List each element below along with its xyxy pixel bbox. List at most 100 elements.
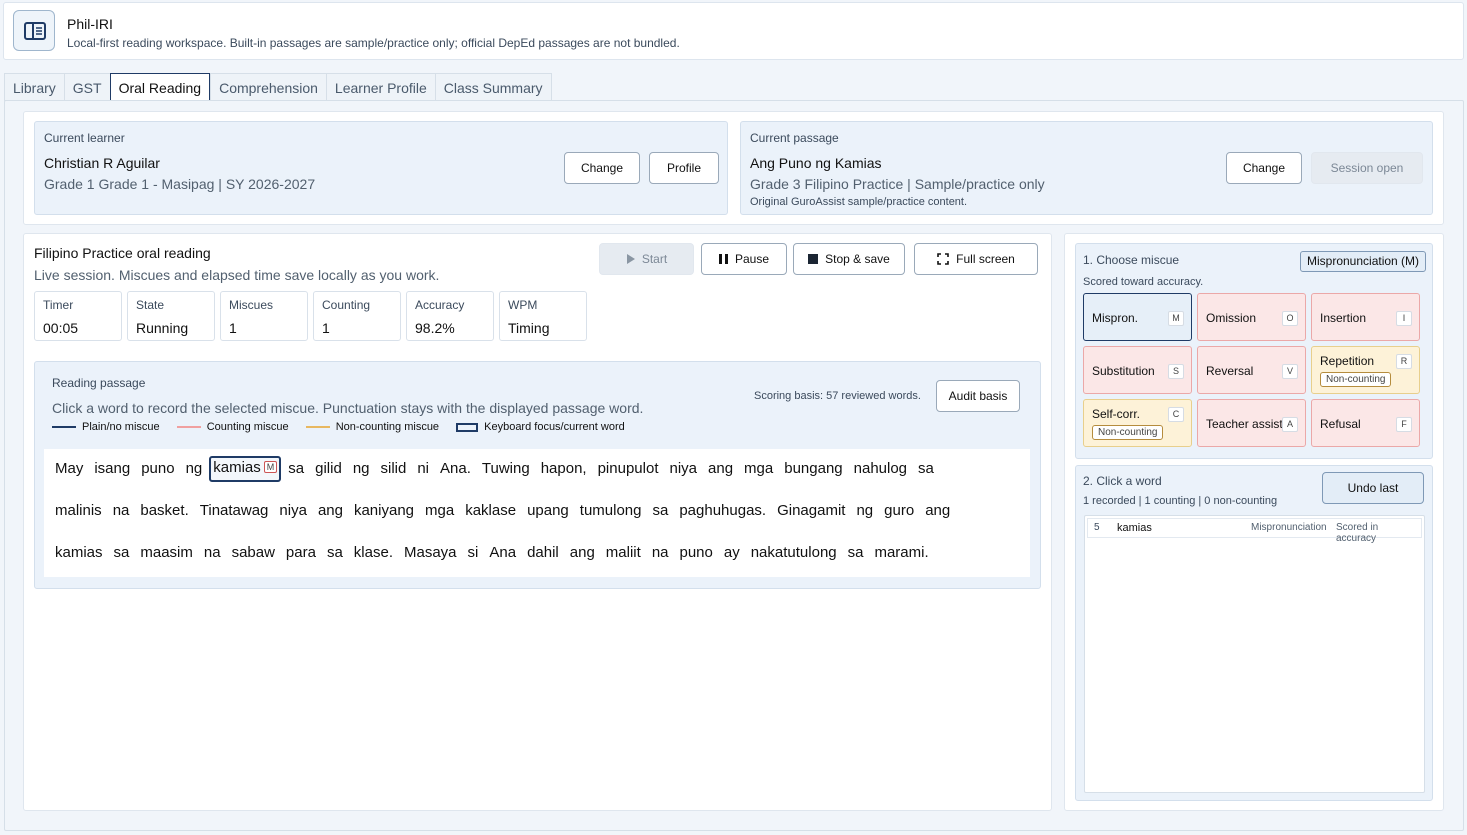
passage-word[interactable]: sabaw xyxy=(232,544,275,561)
passage-word[interactable]: ang xyxy=(570,544,595,561)
passage-word[interactable]: Tinatawag xyxy=(200,502,269,519)
tab-gst[interactable]: GST xyxy=(63,73,110,101)
passage-word[interactable]: ng xyxy=(856,502,873,519)
pause-button[interactable]: Pause xyxy=(701,243,787,275)
passage-word[interactable]: kamias xyxy=(55,544,103,561)
passage-word[interactable]: niya xyxy=(279,502,307,519)
passage-word[interactable]: puno xyxy=(680,544,713,561)
session-open-button[interactable]: Session open xyxy=(1311,152,1423,184)
reading-heading: Reading passage xyxy=(52,376,146,390)
passage-word[interactable]: sa xyxy=(848,544,864,561)
passage-word[interactable]: marami. xyxy=(874,544,928,561)
choose-miscue-heading: 1. Choose miscue xyxy=(1083,253,1180,267)
passage-word[interactable]: Masaya xyxy=(404,544,457,561)
pause-icon xyxy=(718,254,728,264)
list-item[interactable]: 5 kamias Mispronunciation Scored in accu… xyxy=(1087,518,1422,544)
scored-note: Scored toward accuracy. xyxy=(1083,276,1204,288)
passage-word[interactable]: paghuhugas. xyxy=(679,502,766,519)
passage-word[interactable]: gilid xyxy=(315,460,342,486)
miscue-mispronunciation[interactable]: Mispron. M xyxy=(1083,293,1192,341)
tab-library[interactable]: Library xyxy=(4,73,64,101)
stop-save-button[interactable]: Stop & save xyxy=(793,243,905,275)
passage-word[interactable]: ng xyxy=(353,460,370,486)
passage-word[interactable]: hapon, xyxy=(541,460,587,486)
passage-word[interactable]: sa xyxy=(288,460,304,486)
legend-plain: Plain/no miscue xyxy=(52,421,160,433)
miscue-reversal[interactable]: Reversal V xyxy=(1197,346,1306,394)
passage-word[interactable]: tumulong xyxy=(580,502,642,519)
passage-word[interactable]: bungang xyxy=(784,460,842,486)
current-passage-card: Current passage Ang Puno ng Kamias Grade… xyxy=(740,121,1433,215)
passage-word[interactable]: Ginagamit xyxy=(777,502,845,519)
passage-word-current[interactable]: kamias M xyxy=(209,456,282,482)
profile-button[interactable]: Profile xyxy=(649,152,719,184)
passage-word[interactable]: May xyxy=(55,460,83,486)
miscue-insertion[interactable]: Insertion I xyxy=(1311,293,1420,341)
passage-word[interactable]: silid xyxy=(381,460,407,486)
passage-word[interactable]: maliit xyxy=(606,544,641,561)
miscue-self-correction[interactable]: Self-corr. C Non-counting xyxy=(1083,399,1192,447)
miscue-substitution[interactable]: Substitution S xyxy=(1083,346,1192,394)
passage-word[interactable]: basket. xyxy=(140,502,188,519)
passage-word[interactable]: isang xyxy=(94,460,130,486)
passage-word[interactable]: Tuwing xyxy=(482,460,530,486)
passage-word[interactable]: mga xyxy=(744,460,773,486)
audit-basis-button[interactable]: Audit basis xyxy=(936,380,1020,412)
miscue-key: O xyxy=(1282,311,1298,326)
miscue-refusal[interactable]: Refusal F xyxy=(1311,399,1420,447)
passage-word[interactable]: para xyxy=(286,544,316,561)
fullscreen-label: Full screen xyxy=(956,252,1015,266)
change-learner-button[interactable]: Change xyxy=(564,152,640,184)
passage-word[interactable]: ng xyxy=(186,460,203,486)
passage-word[interactable]: sa xyxy=(918,460,934,486)
record-index: 5 xyxy=(1094,522,1100,533)
stat-miscues: Miscues 1 xyxy=(220,291,308,341)
miscue-label: Self-corr. xyxy=(1092,407,1141,421)
passage-word[interactable]: ni xyxy=(417,460,429,486)
passage-word[interactable]: na xyxy=(113,502,130,519)
sidebar-toggle-icon[interactable] xyxy=(13,10,55,51)
passage-word[interactable]: Ana. xyxy=(440,460,471,486)
tab-class-summary[interactable]: Class Summary xyxy=(434,73,552,101)
tab-oral-reading[interactable]: Oral Reading xyxy=(109,73,211,101)
passage-word[interactable]: Ana xyxy=(489,544,516,561)
passage-meta: Grade 3 Filipino Practice | Sample/pract… xyxy=(750,176,1045,192)
passage-word[interactable]: na xyxy=(204,544,221,561)
passage-word[interactable]: pinupulot xyxy=(598,460,659,486)
passage-word[interactable]: ang xyxy=(318,502,343,519)
passage-word[interactable]: ay xyxy=(724,544,740,561)
passage-word[interactable]: klase. xyxy=(354,544,393,561)
passage-word[interactable]: sa xyxy=(327,544,343,561)
tab-comprehension[interactable]: Comprehension xyxy=(210,73,326,101)
change-passage-button[interactable]: Change xyxy=(1226,152,1302,184)
miscue-label: Teacher assist xyxy=(1206,417,1283,431)
miscue-omission[interactable]: Omission O xyxy=(1197,293,1306,341)
passage-word[interactable]: maasim xyxy=(140,544,193,561)
passage-word[interactable]: malinis xyxy=(55,502,102,519)
passage-word[interactable]: sa xyxy=(114,544,130,561)
passage-word[interactable]: kaniyang xyxy=(354,502,414,519)
miscue-tag: M xyxy=(263,461,278,473)
legend-noncounting: Non-counting miscue xyxy=(305,421,439,433)
passage-word[interactable]: dahil xyxy=(527,544,559,561)
passage-word[interactable]: ang xyxy=(708,460,733,486)
passage-word[interactable]: guro xyxy=(884,502,914,519)
passage-word[interactable]: kaklase xyxy=(465,502,516,519)
tab-learner-profile[interactable]: Learner Profile xyxy=(325,73,435,101)
full-screen-button[interactable]: Full screen xyxy=(914,243,1038,275)
play-icon xyxy=(626,254,635,264)
passage-word[interactable]: na xyxy=(652,544,669,561)
passage-word[interactable]: upang xyxy=(527,502,569,519)
undo-last-button[interactable]: Undo last xyxy=(1322,472,1424,504)
miscue-teacher-assist[interactable]: Teacher assist A xyxy=(1197,399,1306,447)
passage-word[interactable]: ang xyxy=(925,502,950,519)
passage-word[interactable]: nahulog xyxy=(854,460,907,486)
miscue-repetition[interactable]: Repetition R Non-counting xyxy=(1311,346,1420,394)
passage-word[interactable]: mga xyxy=(425,502,454,519)
passage-word[interactable]: nakatutulong xyxy=(751,544,837,561)
passage-word[interactable]: puno xyxy=(141,460,174,486)
start-button[interactable]: Start xyxy=(599,243,694,275)
passage-word[interactable]: si xyxy=(468,544,479,561)
passage-word[interactable]: niya xyxy=(669,460,697,486)
passage-word[interactable]: sa xyxy=(653,502,669,519)
